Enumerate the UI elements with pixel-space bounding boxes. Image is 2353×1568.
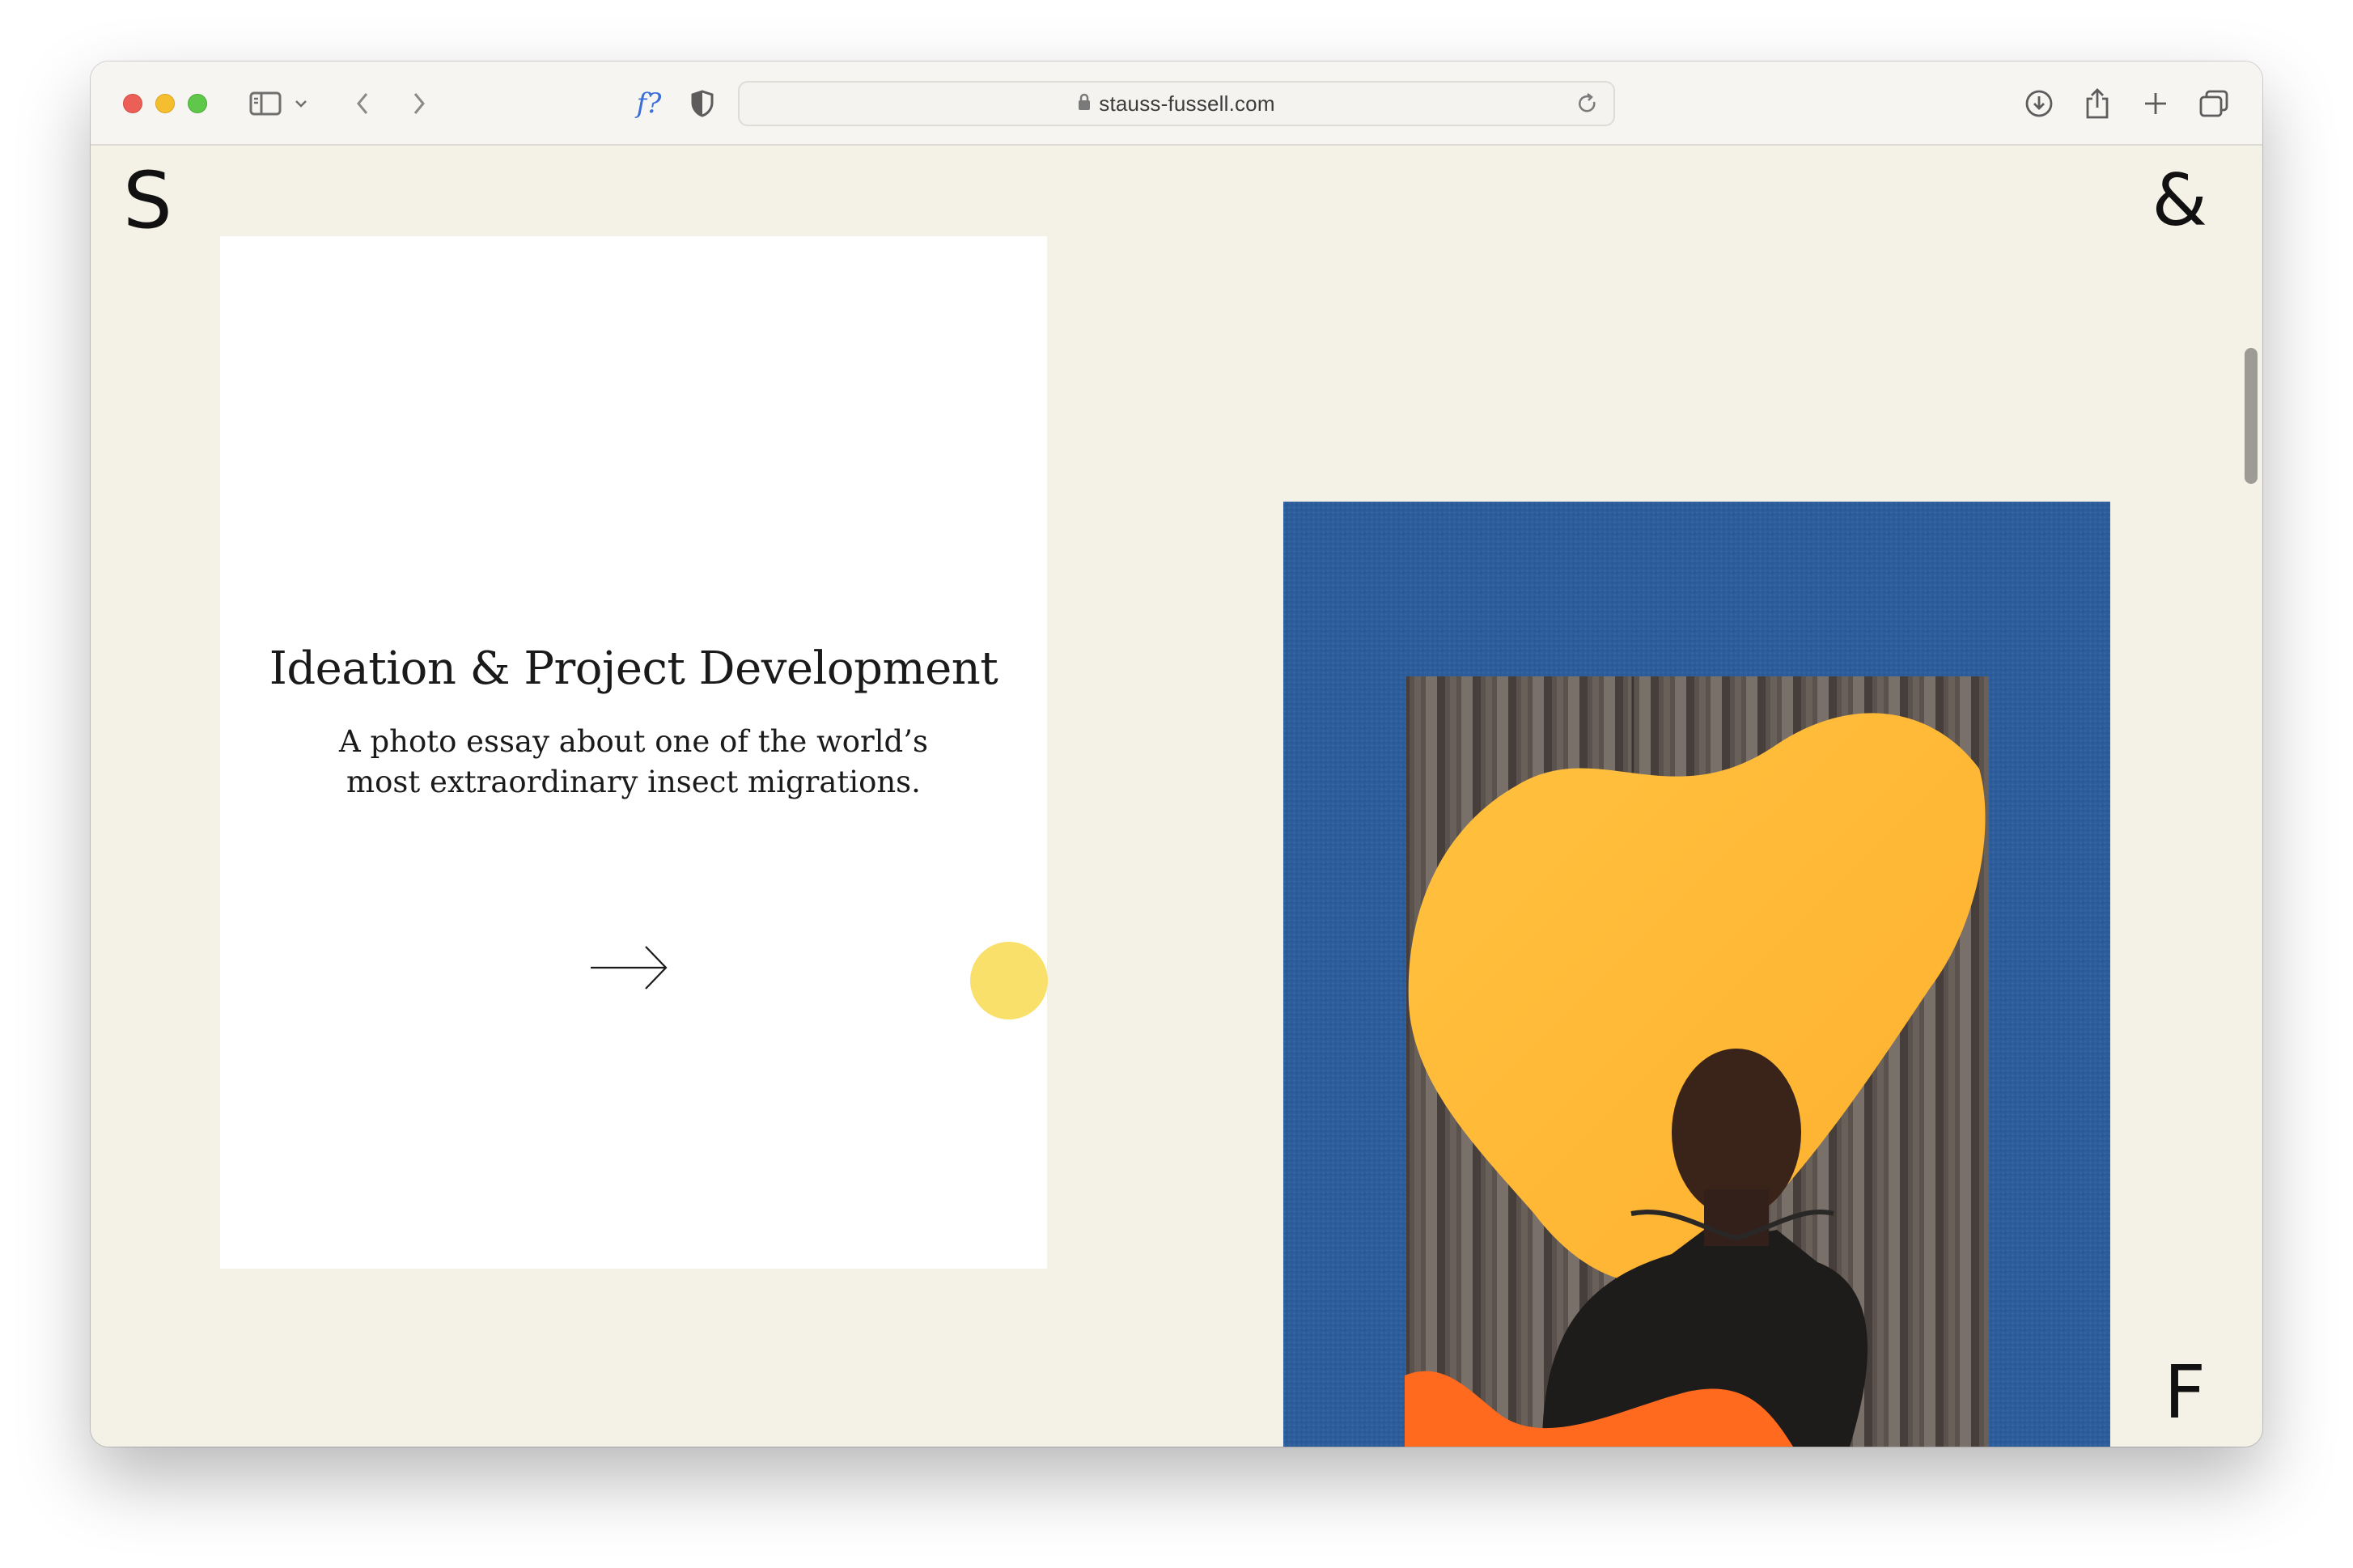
- close-window-button[interactable]: [123, 94, 142, 113]
- zoom-window-button[interactable]: [188, 94, 207, 113]
- reload-icon[interactable]: [1576, 92, 1599, 119]
- tab-overview-icon[interactable]: [2196, 86, 2232, 121]
- address-bar[interactable]: stauss-fussell.com: [738, 81, 1615, 126]
- browser-toolbar: f? stauss-fussell.com: [91, 61, 2262, 146]
- desktop-background: f? stauss-fussell.com S & Ideation & Pro…: [0, 0, 2353, 1568]
- download-icon[interactable]: [2021, 86, 2057, 121]
- font-extension-label: f?: [636, 87, 662, 120]
- lock-icon: [1078, 93, 1091, 115]
- chevron-down-icon[interactable]: [291, 86, 311, 121]
- site-logo-f[interactable]: F: [2164, 1354, 2206, 1432]
- yellow-dot-accent: [970, 942, 1048, 1019]
- share-icon[interactable]: [2080, 86, 2115, 121]
- feature-subtitle: A photo essay about one of the world’s m…: [338, 724, 928, 799]
- sidebar-icon[interactable]: [248, 86, 283, 121]
- minimize-window-button[interactable]: [155, 94, 175, 113]
- scrollbar-thumb[interactable]: [2245, 348, 2258, 484]
- font-extension-icon[interactable]: f?: [625, 86, 673, 121]
- plus-icon[interactable]: [2138, 86, 2173, 121]
- site-logo-s[interactable]: S: [123, 162, 172, 239]
- portrait-photo[interactable]: [1283, 502, 2110, 1447]
- browser-window: f? stauss-fussell.com S & Ideation & Pro…: [91, 61, 2262, 1447]
- chevron-right-icon[interactable]: [403, 86, 435, 121]
- web-page: S & Ideation & Project Development A pho…: [91, 146, 2262, 1447]
- arrow-right-icon[interactable]: [589, 943, 668, 996]
- feature-title: Ideation & Project Development: [269, 642, 998, 695]
- scrollbar[interactable]: [2240, 146, 2262, 1447]
- chevron-left-icon[interactable]: [346, 86, 379, 121]
- feature-card[interactable]: Ideation & Project Development A photo e…: [220, 236, 1048, 1269]
- site-logo-ampersand[interactable]: &: [2152, 162, 2207, 239]
- url-text: stauss-fussell.com: [1099, 91, 1275, 116]
- shield-icon[interactable]: [686, 86, 719, 121]
